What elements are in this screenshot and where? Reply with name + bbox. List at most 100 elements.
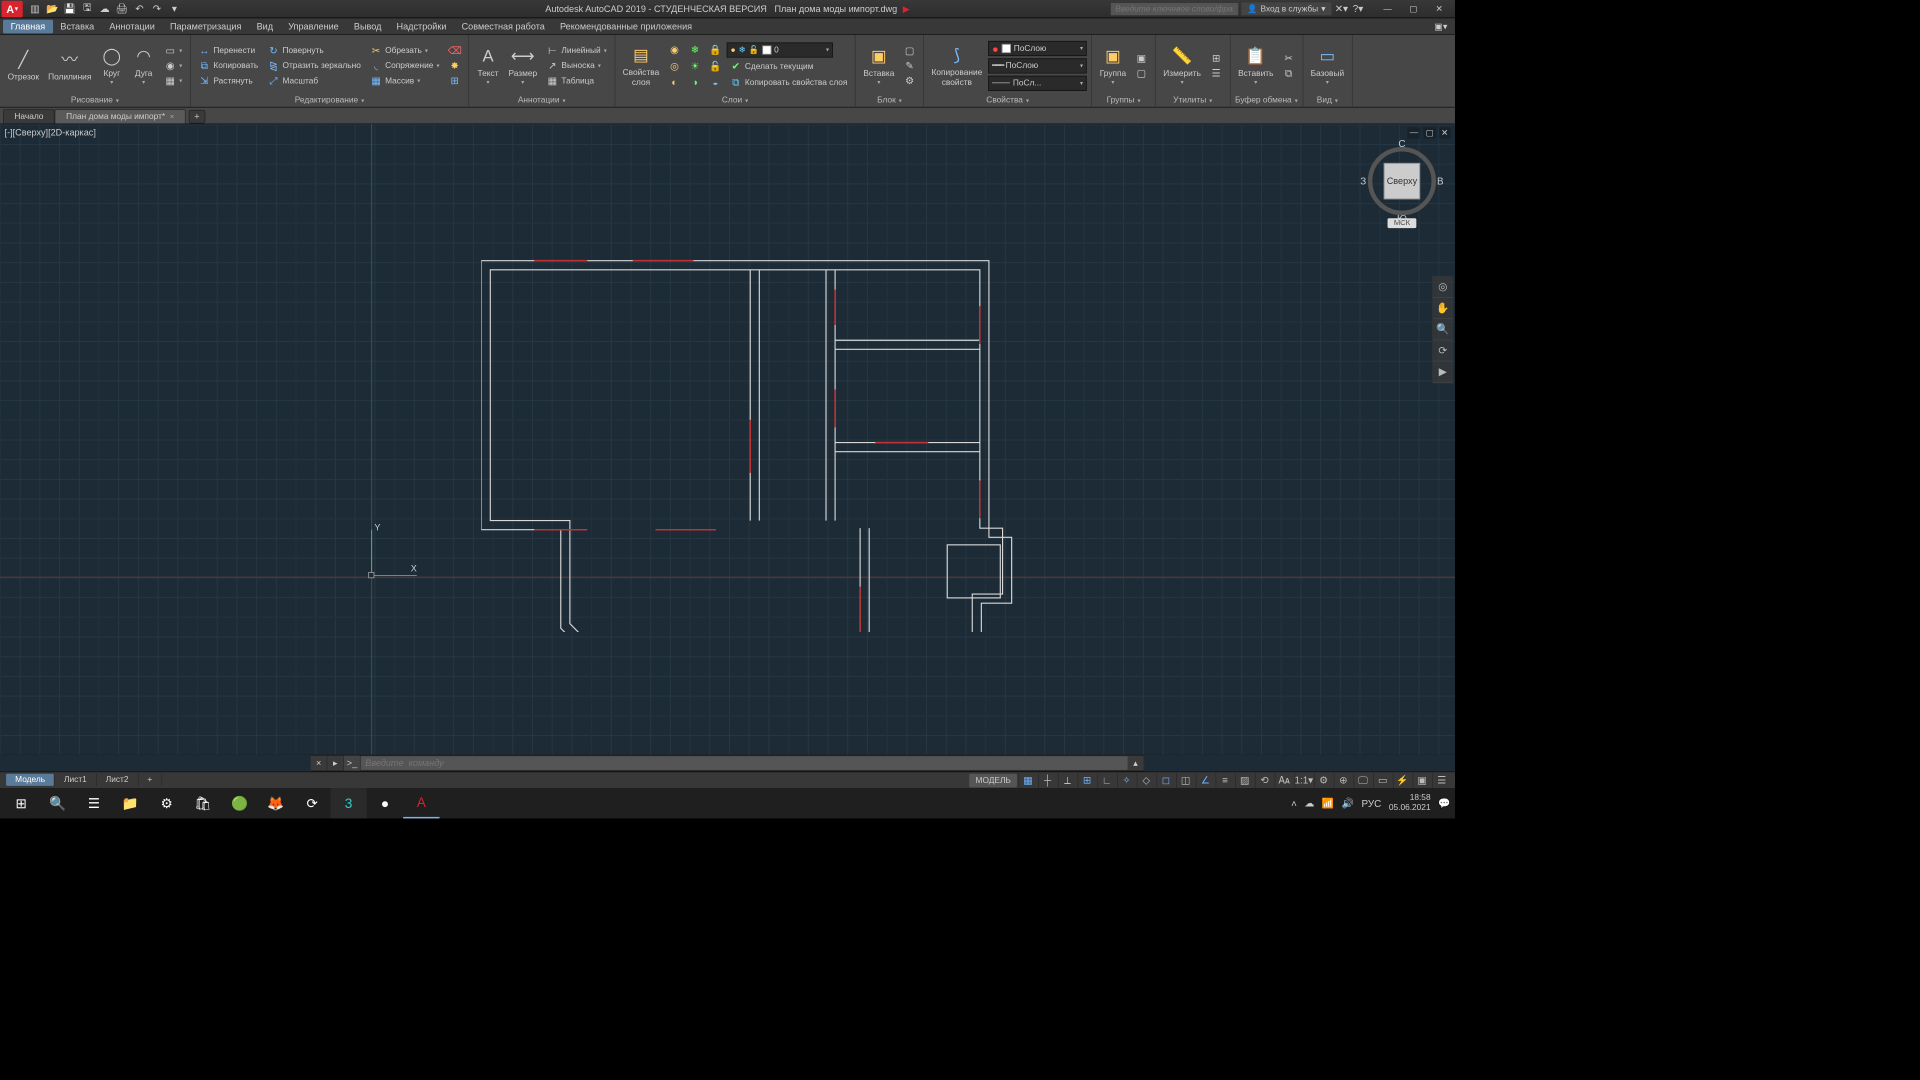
steam-button[interactable]: ⟳: [294, 788, 330, 818]
search-button[interactable]: 🔍: [39, 788, 75, 818]
layout-model[interactable]: Модель: [6, 773, 55, 785]
nav-pan-icon[interactable]: ✋: [1433, 298, 1453, 319]
cmd-close-icon[interactable]: ×: [311, 756, 328, 771]
tray-notifications-icon[interactable]: 💬: [1438, 797, 1450, 809]
sb-custom-icon[interactable]: ☰: [1432, 773, 1450, 788]
dimension-button[interactable]: ⟷Размер▾: [505, 43, 540, 88]
color-combo[interactable]: ●ПоСлою▾: [988, 41, 1087, 56]
arc-button[interactable]: ◠Дуга▾: [129, 43, 158, 88]
layer-props-button[interactable]: ▤Свойства слоя: [620, 43, 663, 89]
fillet-button[interactable]: ◟Сопряжение▾: [367, 59, 443, 73]
rect-button[interactable]: ▭▾: [161, 44, 185, 58]
linetype-combo[interactable]: ───ПоСл...▾: [988, 75, 1087, 90]
sb-scale-label[interactable]: 1:1▾: [1294, 773, 1312, 788]
leader-button[interactable]: ↗Выноска▾: [543, 59, 610, 73]
taskview-button[interactable]: ☰: [76, 788, 112, 818]
sb-snap-icon[interactable]: ┼: [1038, 773, 1056, 788]
qat-save-icon[interactable]: 💾: [62, 1, 77, 16]
app-button[interactable]: ●: [367, 788, 403, 818]
layout-sheet2[interactable]: Лист2: [97, 773, 139, 785]
qat-redo-icon[interactable]: ↷: [149, 1, 164, 16]
paste-button[interactable]: 📋Вставить▾: [1235, 43, 1276, 88]
tab-manage[interactable]: Управление: [281, 19, 347, 33]
vp-min-icon[interactable]: —: [1408, 127, 1421, 138]
block-tool2[interactable]: ✎: [900, 59, 918, 73]
close-button[interactable]: ✕: [1426, 0, 1452, 17]
sb-grid-icon[interactable]: ▦: [1018, 773, 1036, 788]
group-tool1[interactable]: ▣: [1132, 51, 1150, 65]
tab-document[interactable]: План дома моды импорт*×: [55, 109, 186, 123]
ellipse-button[interactable]: ◉▾: [161, 59, 185, 73]
qat-cloud-icon[interactable]: ☁: [97, 1, 112, 16]
base-view-button[interactable]: ▭Базовый▾: [1308, 43, 1348, 88]
drawing-viewport[interactable]: [-][Сверху][2D-каркас] — ▢ ✕ С Ю В З Све…: [0, 124, 1455, 754]
sb-dyninput-icon[interactable]: ⊞: [1078, 773, 1096, 788]
layer-tool1[interactable]: ◉: [665, 42, 683, 57]
explode-button[interactable]: ✸: [446, 59, 464, 73]
util-tool1[interactable]: ⊞: [1207, 51, 1225, 65]
tray-chevron-icon[interactable]: ˄: [1291, 798, 1297, 809]
tab-close-icon[interactable]: ×: [170, 113, 174, 121]
compass-n[interactable]: С: [1398, 138, 1405, 149]
viewport-label[interactable]: [-][Сверху][2D-каркас]: [5, 127, 96, 138]
layout-add-button[interactable]: +: [138, 773, 162, 785]
tray-clock[interactable]: 18:58 05.06.2021: [1389, 793, 1431, 813]
clip-cut[interactable]: ✂: [1279, 51, 1297, 65]
edge-button[interactable]: 🟢: [221, 788, 257, 818]
linear-button[interactable]: ⊢Линейный▾: [543, 44, 610, 58]
layer-tool2[interactable]: ❄: [686, 42, 704, 57]
tab-collab[interactable]: Совместная работа: [454, 19, 552, 33]
mirror-button[interactable]: ⧎Отразить зеркально: [264, 59, 364, 73]
signin-button[interactable]: 👤 Вход в службы ▾: [1240, 2, 1332, 16]
tab-insert[interactable]: Вставка: [53, 19, 102, 33]
util-tool2[interactable]: ☰: [1207, 66, 1225, 80]
group-tool2[interactable]: ▢: [1132, 66, 1150, 80]
cmd-recent-icon[interactable]: ▸: [327, 756, 344, 771]
erase-button[interactable]: ⌫: [446, 44, 464, 58]
offset-button[interactable]: ⊞: [446, 74, 464, 88]
compass-e[interactable]: В: [1437, 175, 1444, 186]
explorer-button[interactable]: 📁: [112, 788, 148, 818]
tray-volume-icon[interactable]: 🔊: [1342, 797, 1354, 809]
tray-onedrive-icon[interactable]: ☁: [1304, 797, 1314, 809]
vp-max-icon[interactable]: ▢: [1423, 127, 1435, 138]
layer-tool5[interactable]: ☀: [686, 59, 704, 73]
nav-orbit-icon[interactable]: ⟳: [1433, 340, 1453, 361]
ribbon-options-icon[interactable]: ▣▾: [1427, 19, 1455, 33]
cmd-expand-icon[interactable]: ▴: [1128, 756, 1145, 771]
tab-output[interactable]: Вывод: [346, 19, 389, 33]
insert-block-button[interactable]: ▣Вставка▾: [860, 43, 897, 88]
vp-close-icon[interactable]: ✕: [1439, 127, 1451, 138]
move-button[interactable]: ↔Перенести: [195, 44, 261, 58]
qat-plot-icon[interactable]: 🖨: [114, 1, 129, 16]
sb-isolate-icon[interactable]: ▭: [1373, 773, 1391, 788]
qat-undo-icon[interactable]: ↶: [132, 1, 147, 16]
polyline-button[interactable]: 〰Полилиния: [45, 47, 94, 83]
nav-zoom-icon[interactable]: 🔍: [1433, 319, 1453, 340]
layer-tool7[interactable]: ◐: [665, 75, 683, 89]
copy-button[interactable]: ⧉Копировать: [195, 59, 261, 73]
sb-iso-icon[interactable]: ◇: [1137, 773, 1155, 788]
group-button[interactable]: ▣Группа▾: [1097, 43, 1129, 88]
exchange-icon[interactable]: ✕▾: [1334, 1, 1349, 16]
make-current-button[interactable]: ✔Сделать текущим: [727, 59, 817, 73]
layer-tool9[interactable]: ◒: [706, 75, 724, 89]
layout-sheet1[interactable]: Лист1: [55, 773, 97, 785]
scale-button[interactable]: ⤢Масштаб: [264, 74, 364, 88]
maximize-button[interactable]: ▢: [1400, 0, 1426, 17]
tab-addins[interactable]: Надстройки: [389, 19, 454, 33]
qat-new-icon[interactable]: ▥: [27, 1, 42, 16]
autocad-taskbar-button[interactable]: A: [403, 788, 439, 818]
command-input[interactable]: [361, 756, 1128, 770]
start-button[interactable]: ⊞: [3, 788, 39, 818]
viewcube[interactable]: С Ю В З Сверху МСК: [1364, 147, 1440, 246]
layer-tool3[interactable]: 🔒: [706, 42, 724, 57]
tab-add-button[interactable]: +: [189, 110, 206, 124]
app-menu-button[interactable]: A: [2, 0, 23, 17]
tray-network-icon[interactable]: 📶: [1322, 797, 1334, 809]
sb-lwt-icon[interactable]: ≡: [1216, 773, 1234, 788]
table-button[interactable]: ▦Таблица: [543, 74, 610, 88]
settings-button[interactable]: ⚙: [149, 788, 185, 818]
sb-3dosnap-icon[interactable]: ◫: [1176, 773, 1194, 788]
layer-combo[interactable]: ●❄🔓0▾: [727, 42, 833, 57]
